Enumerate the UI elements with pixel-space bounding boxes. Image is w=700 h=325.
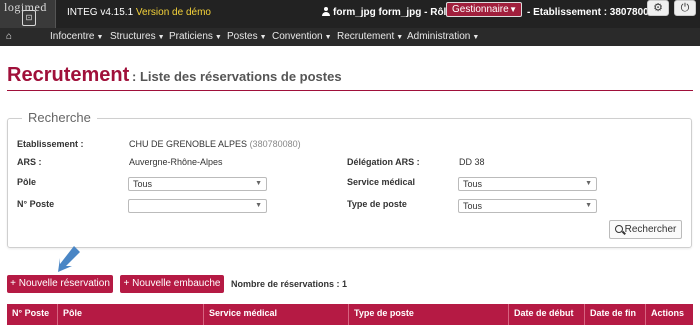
nav-label: Structures	[110, 31, 156, 42]
chevron-down-icon: ▼	[585, 180, 592, 187]
ars-label: ARS :	[17, 157, 42, 167]
type-select-value: Tous	[463, 201, 483, 211]
column-header[interactable]: Pôle	[58, 304, 204, 325]
column-header[interactable]: Date de fin	[585, 304, 646, 325]
column-header[interactable]: Date de début	[509, 304, 585, 325]
column-header[interactable]: Type de poste	[349, 304, 509, 325]
search-button[interactable]: Rechercher	[609, 220, 682, 239]
chevron-down-icon: ▼	[509, 5, 517, 14]
nav-label: Infocentre	[50, 31, 95, 42]
settings-button[interactable]: ⚙	[647, 0, 669, 16]
top-bar: logimed ⊡ INTEG v4.15.1 Version de démo …	[0, 0, 700, 32]
caret-down-icon: ▼	[324, 34, 332, 41]
nav-label: Recrutement	[337, 31, 395, 42]
user-text: form_jpg form_jpg - Rôle :	[333, 7, 458, 18]
nav-label: Convention	[272, 31, 323, 42]
title-divider	[7, 90, 693, 91]
user-info: form_jpg form_jpg - Rôle :	[322, 7, 458, 18]
etablissement-label: Etablissement :	[17, 139, 84, 149]
search-button-label: Rechercher	[624, 224, 677, 235]
app-logo-icon: ⊡	[22, 10, 36, 26]
etablissement-info: - Etablissement : 380780080	[527, 7, 660, 18]
role-value: Gestionnaire	[452, 4, 509, 15]
home-icon[interactable]: ⌂	[6, 31, 12, 42]
etablissement-value: CHU DE GRENOBLE ALPES (380780080)	[129, 139, 301, 149]
service-select[interactable]: Tous ▼	[458, 177, 597, 191]
pole-select-value: Tous	[133, 179, 153, 189]
demo-label: Version de démo	[135, 7, 211, 18]
column-header: Actions	[651, 308, 685, 318]
column-header[interactable]: Service médical	[204, 304, 349, 325]
type-select[interactable]: Tous ▼	[458, 199, 597, 213]
poste-select[interactable]: ▼	[128, 199, 267, 213]
chevron-down-icon: ▼	[255, 180, 262, 187]
chevron-down-icon: ▼	[585, 202, 592, 209]
caret-down-icon: ▼	[214, 34, 222, 41]
caret-down-icon: ▼	[472, 34, 480, 41]
nav-item-structures[interactable]: Structures ▼	[110, 31, 165, 42]
caret-down-icon: ▼	[157, 34, 165, 41]
main-nav: ⌂ Infocentre ▼ Structures ▼ Praticiens ▼ Po…	[0, 28, 700, 46]
service-label: Service médical	[347, 177, 416, 187]
nav-label: Postes	[227, 31, 258, 42]
ars-value: Auvergne-Rhône-Alpes	[129, 157, 223, 167]
logout-button[interactable]: ⏻	[674, 0, 696, 16]
caret-down-icon: ▼	[96, 34, 104, 41]
nav-label: Praticiens	[169, 31, 213, 42]
search-icon	[614, 225, 623, 233]
type-label: Type de poste	[347, 199, 407, 209]
new-hire-button[interactable]: + Nouvelle embauche	[120, 275, 224, 293]
nav-item-praticiens[interactable]: Praticiens ▼	[169, 31, 222, 42]
etablissement-code: (380780080)	[249, 139, 301, 149]
poste-label: N° Poste	[17, 199, 55, 209]
nav-item-convention[interactable]: Convention ▼	[272, 31, 332, 42]
service-select-value: Tous	[463, 179, 483, 189]
power-icon: ⏻	[680, 2, 690, 14]
app-title: INTEG v4.15.1 Version de démo	[67, 7, 211, 18]
page-subtitle: : Liste des réservations de postes	[132, 69, 342, 84]
search-panel-legend: Recherche	[22, 110, 97, 125]
nav-item-postes[interactable]: Postes ▼	[227, 31, 267, 42]
pole-label: Pôle	[17, 177, 37, 187]
gear-icon: ⚙	[653, 2, 663, 14]
pole-select[interactable]: Tous ▼	[128, 177, 267, 191]
nav-item-administration[interactable]: Administration ▼	[407, 31, 479, 42]
nav-item-recrutement[interactable]: Recrutement ▼	[337, 31, 403, 42]
new-reservation-button[interactable]: + Nouvelle réservation	[7, 275, 113, 293]
etablissement-name: CHU DE GRENOBLE ALPES	[129, 139, 248, 149]
delegation-value: DD 38	[459, 157, 485, 167]
column-header[interactable]: N° Poste	[7, 304, 58, 325]
role-select[interactable]: Gestionnaire ▼	[446, 2, 522, 17]
caret-down-icon: ▼	[396, 34, 404, 41]
page-title-main: Recrutement	[7, 64, 130, 86]
nav-item-infocentre[interactable]: Infocentre ▼	[50, 31, 103, 42]
reservation-count: Nombre de réservations : 1	[231, 279, 348, 289]
delegation-label: Délégation ARS :	[347, 157, 420, 167]
page-title: Recrutement : Liste des réservations de …	[7, 64, 342, 87]
nav-label: Administration	[407, 31, 471, 42]
table-header: N° Poste Pôle Service médical Type de po…	[7, 304, 693, 325]
pointer-arrow-icon	[58, 246, 80, 272]
caret-down-icon: ▼	[259, 34, 267, 41]
chevron-down-icon: ▼	[255, 202, 262, 209]
app-version: INTEG v4.15.1	[67, 7, 134, 18]
user-icon	[322, 7, 330, 16]
